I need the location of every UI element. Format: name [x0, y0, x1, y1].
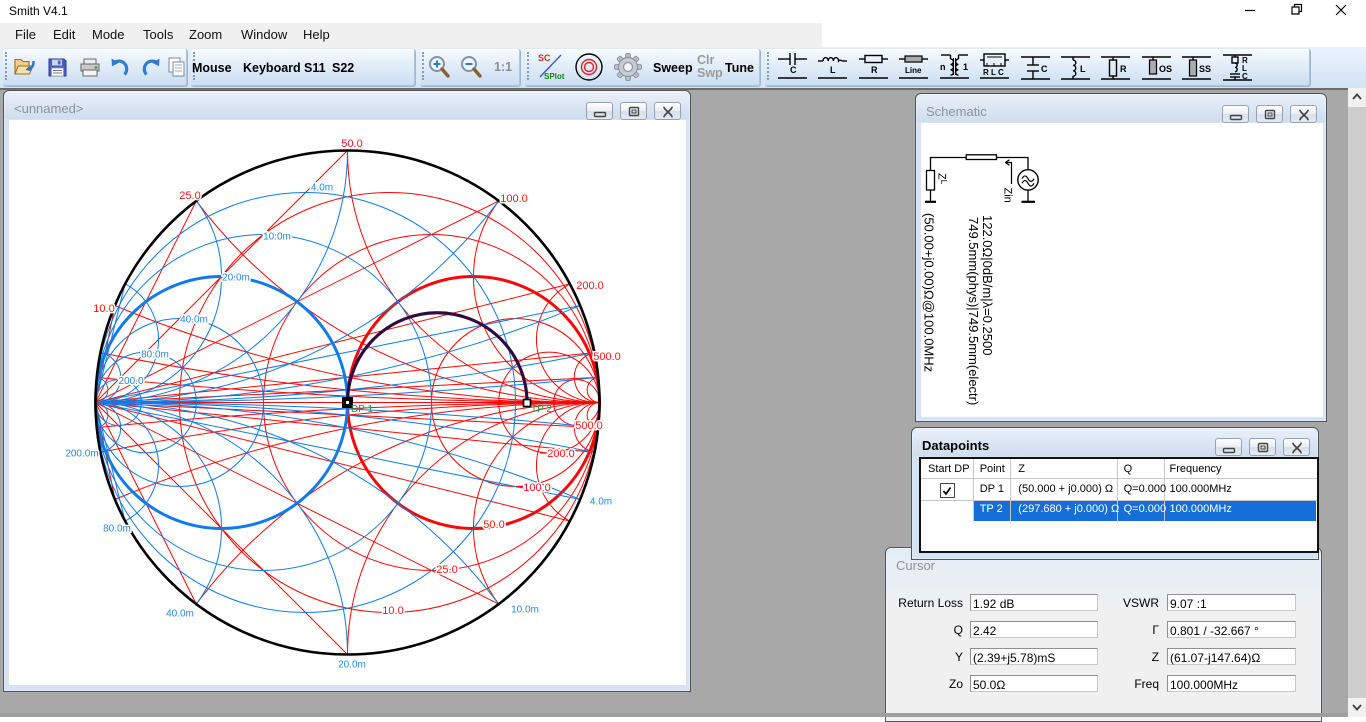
- svg-text:L: L: [830, 65, 836, 75]
- svg-text:200.0: 200.0: [118, 376, 143, 387]
- svg-text:200.0: 200.0: [576, 280, 604, 292]
- svg-text:749.5mm(phys)|749.5mm(electr): 749.5mm(phys)|749.5mm(electr): [966, 217, 981, 405]
- svg-text:Line: Line: [905, 66, 922, 75]
- svg-text:50.0: 50.0: [483, 519, 504, 531]
- svg-text:4.0m: 4.0m: [311, 183, 333, 194]
- svg-text:40.0m: 40.0m: [180, 315, 208, 326]
- svg-text:200.0: 200.0: [547, 448, 575, 460]
- svg-text:10.0: 10.0: [93, 303, 114, 315]
- svg-text:SPlot: SPlot: [544, 72, 565, 80]
- svg-text:SC: SC: [538, 53, 551, 63]
- svg-text:80.0m: 80.0m: [103, 524, 131, 535]
- svg-text:R: R: [871, 65, 878, 75]
- svg-text:100.0: 100.0: [500, 193, 528, 205]
- svg-text:122.0Ω|0dB/m|λ=0.2500: 122.0Ω|0dB/m|λ=0.2500: [980, 215, 995, 355]
- svg-text:20.0m: 20.0m: [338, 660, 366, 671]
- svg-text:DP 1: DP 1: [351, 404, 373, 415]
- svg-text:10.0m: 10.0m: [511, 605, 539, 616]
- svg-text:10.0m: 10.0m: [263, 232, 291, 243]
- svg-text:C: C: [1041, 64, 1048, 74]
- svg-text:1: 1: [963, 62, 968, 72]
- svg-text:R: R: [1120, 64, 1127, 74]
- svg-text:20.0m: 20.0m: [222, 273, 250, 284]
- svg-text:80.0m: 80.0m: [141, 350, 169, 361]
- svg-text:100.0: 100.0: [523, 482, 551, 494]
- svg-text:50.0: 50.0: [341, 138, 362, 150]
- svg-text:SS: SS: [1199, 64, 1211, 74]
- svg-text:25.0: 25.0: [179, 190, 200, 202]
- svg-text:OS: OS: [1159, 64, 1172, 74]
- svg-text:Zin: Zin: [1002, 188, 1014, 203]
- svg-text:L: L: [1080, 64, 1086, 74]
- svg-text:25.0: 25.0: [436, 564, 457, 576]
- svg-text:ZL: ZL: [936, 173, 949, 185]
- svg-text:C: C: [1242, 72, 1248, 81]
- svg-text:200.0m: 200.0m: [65, 449, 98, 460]
- svg-text:500.0: 500.0: [575, 420, 603, 432]
- svg-text:10.0: 10.0: [382, 605, 403, 617]
- svg-text:C: C: [790, 65, 797, 75]
- svg-text:R L C: R L C: [983, 68, 1004, 77]
- svg-text:40.0m: 40.0m: [166, 609, 194, 620]
- svg-text:n: n: [940, 62, 946, 72]
- svg-text:TP 2: TP 2: [531, 404, 552, 415]
- svg-text:(50.00+j0.00)Ω@100.0MHz: (50.00+j0.00)Ω@100.0MHz: [922, 213, 937, 372]
- svg-text:500.0: 500.0: [593, 351, 621, 363]
- svg-text:4.0m: 4.0m: [590, 497, 612, 508]
